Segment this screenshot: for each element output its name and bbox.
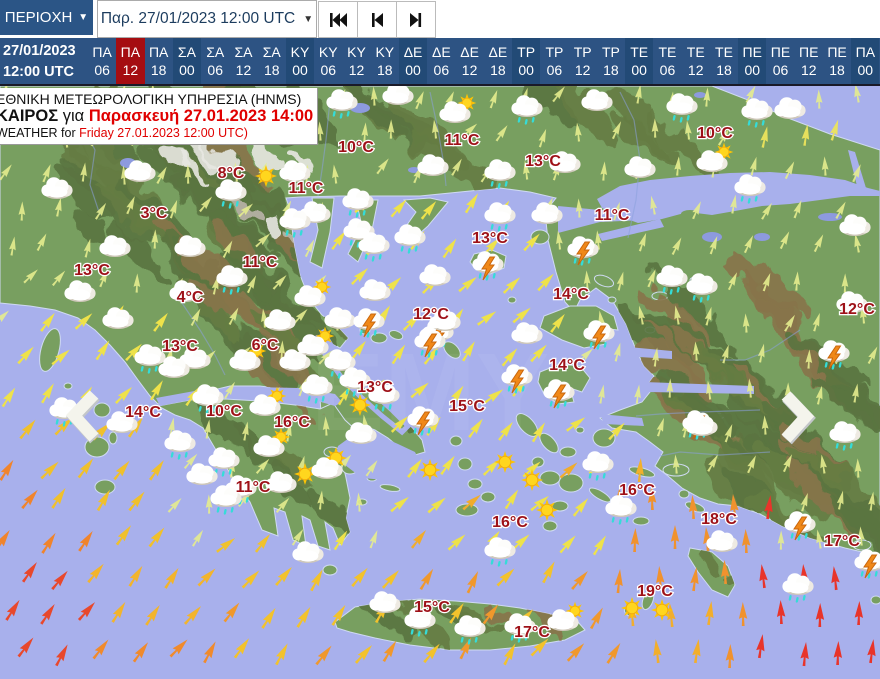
svg-text:12°C: 12°C xyxy=(413,306,449,323)
svg-text:11°C: 11°C xyxy=(595,207,630,224)
svg-text:11°C: 11°C xyxy=(289,180,324,197)
svg-text:11°C: 11°C xyxy=(236,479,271,496)
svg-text:4°C: 4°C xyxy=(177,289,204,306)
svg-text:19°C: 19°C xyxy=(637,583,673,600)
svg-text:16°C: 16°C xyxy=(619,482,655,499)
svg-text:12°C: 12°C xyxy=(839,301,875,318)
svg-text:10°C: 10°C xyxy=(697,125,733,142)
svg-text:16°C: 16°C xyxy=(274,414,310,431)
svg-text:14°C: 14°C xyxy=(125,404,161,421)
svg-text:13°C: 13°C xyxy=(525,153,561,170)
svg-text:10°C: 10°C xyxy=(206,403,242,420)
svg-text:13°C: 13°C xyxy=(472,230,508,247)
svg-text:8°C: 8°C xyxy=(218,165,245,182)
svg-text:14°C: 14°C xyxy=(549,357,585,374)
svg-text:11°C: 11°C xyxy=(445,132,480,149)
svg-text:17°C: 17°C xyxy=(824,533,860,550)
svg-text:13°C: 13°C xyxy=(162,338,198,355)
svg-text:15°C: 15°C xyxy=(449,398,485,415)
svg-text:6°C: 6°C xyxy=(252,337,279,354)
svg-text:13°C: 13°C xyxy=(74,262,110,279)
svg-text:17°C: 17°C xyxy=(514,624,550,641)
svg-text:14°C: 14°C xyxy=(553,286,589,303)
svg-text:16°C: 16°C xyxy=(492,514,528,531)
svg-text:3°C: 3°C xyxy=(141,205,168,222)
svg-text:13°C: 13°C xyxy=(357,379,393,396)
svg-text:11°C: 11°C xyxy=(243,254,278,271)
svg-text:10°C: 10°C xyxy=(338,139,374,156)
svg-text:15°C: 15°C xyxy=(414,599,450,616)
svg-text:18°C: 18°C xyxy=(701,511,737,528)
